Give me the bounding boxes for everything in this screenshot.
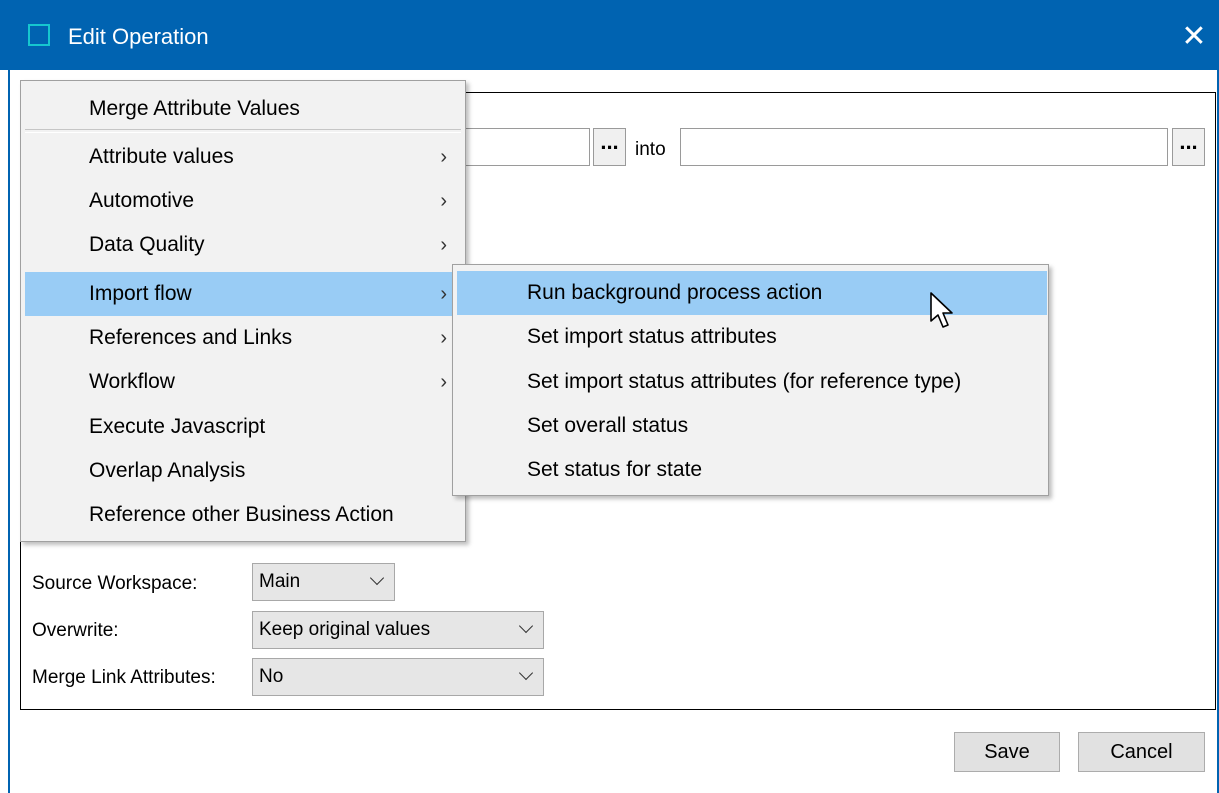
window-title: Edit Operation — [68, 24, 209, 49]
submenu-item-set-status-for-state[interactable]: Set status for state — [457, 448, 1047, 492]
into-label: into — [635, 139, 666, 160]
chevron-right-icon: › — [440, 146, 447, 168]
target-browse-button[interactable]: ... — [1172, 128, 1205, 166]
menu-item-execute-javascript[interactable]: Execute Javascript — [25, 405, 461, 449]
menu-item-data-quality[interactable]: Data Quality › — [25, 223, 461, 267]
menu-item-attribute-values[interactable]: Attribute values › — [25, 135, 461, 179]
merge-link-attributes-value: No — [259, 666, 284, 687]
source-workspace-select[interactable]: Main — [252, 563, 395, 601]
target-attribute-field[interactable] — [680, 128, 1168, 166]
chevron-right-icon: › — [440, 327, 447, 349]
overwrite-label: Overwrite: — [32, 620, 119, 641]
chevron-right-icon: › — [440, 190, 447, 212]
overwrite-select[interactable]: Keep original values — [252, 611, 544, 649]
source-workspace-label: Source Workspace: — [32, 573, 198, 594]
merge-link-attributes-select[interactable]: No — [252, 658, 544, 696]
close-button[interactable]: ✕ — [1174, 17, 1214, 57]
menu-item-workflow[interactable]: Workflow › — [25, 360, 461, 404]
title-bar: Edit Operation ✕ — [0, 0, 1219, 70]
overwrite-value: Keep original values — [259, 619, 431, 640]
submenu-item-run-background-process-action[interactable]: Run background process action — [457, 271, 1047, 315]
chevron-down-icon — [369, 570, 385, 586]
save-button[interactable]: Save — [954, 732, 1060, 772]
submenu-item-set-overall-status[interactable]: Set overall status — [457, 404, 1047, 448]
chevron-right-icon: › — [440, 234, 447, 256]
chevron-right-icon: › — [440, 371, 447, 393]
menu-separator — [25, 129, 461, 133]
window-icon — [28, 24, 50, 46]
chevron-right-icon: › — [440, 283, 447, 305]
source-browse-button[interactable]: ... — [593, 128, 626, 166]
operation-type-menu: Merge Attribute Values Attribute values … — [20, 80, 466, 542]
merge-link-attributes-label: Merge Link Attributes: — [32, 667, 216, 688]
menu-header[interactable]: Merge Attribute Values — [25, 87, 461, 131]
menu-item-references-and-links[interactable]: References and Links › — [25, 316, 461, 360]
mouse-pointer-icon — [930, 292, 953, 328]
chevron-down-icon — [518, 665, 534, 681]
menu-item-automotive[interactable]: Automotive › — [25, 179, 461, 223]
import-flow-submenu: Run background process action Set import… — [452, 264, 1049, 496]
submenu-item-set-import-status-attributes[interactable]: Set import status attributes — [457, 315, 1047, 359]
chevron-down-icon — [518, 618, 534, 634]
menu-item-overlap-analysis[interactable]: Overlap Analysis — [25, 449, 461, 493]
window-border-left — [8, 70, 10, 793]
menu-item-import-flow[interactable]: Import flow › — [25, 272, 461, 316]
cancel-button[interactable]: Cancel — [1078, 732, 1205, 772]
submenu-item-set-import-status-attributes-reference-type[interactable]: Set import status attributes (for refere… — [457, 360, 1047, 404]
source-workspace-value: Main — [259, 571, 301, 592]
menu-item-reference-other-business-action[interactable]: Reference other Business Action — [25, 493, 461, 537]
